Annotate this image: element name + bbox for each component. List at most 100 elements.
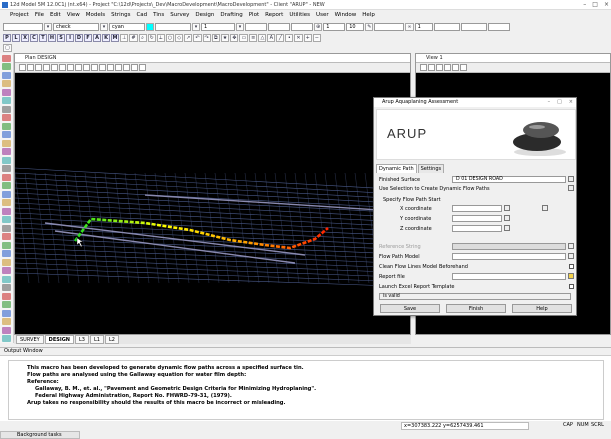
menu-design[interactable]: Design — [192, 11, 217, 20]
menu-plot[interactable]: Plot — [246, 11, 262, 20]
view-zoom-out-icon[interactable] — [27, 64, 34, 71]
left-tool-icon[interactable] — [2, 335, 11, 342]
background-tasks-button[interactable]: Background tasks — [0, 431, 80, 439]
view1-add-icon[interactable] — [452, 64, 459, 71]
z-coordinate-field[interactable] — [452, 225, 502, 232]
left-tool-icon[interactable] — [2, 309, 11, 317]
zoom-icon[interactable]: ⌕ — [138, 34, 147, 42]
left-tool-icon[interactable] — [2, 267, 11, 274]
text-icon[interactable]: A — [267, 34, 276, 42]
cross-icon[interactable]: ✕ — [294, 34, 303, 42]
left-tool-icon[interactable] — [2, 165, 11, 172]
left-tool-icon[interactable] — [2, 216, 11, 223]
flow-model-field[interactable] — [452, 253, 566, 260]
view-section-icon[interactable] — [99, 64, 106, 71]
save-button[interactable]: Save — [380, 304, 440, 313]
letter-button-c[interactable]: C — [30, 34, 38, 42]
finished-surface-field[interactable]: D 01 DESIGN ROAD — [452, 176, 566, 183]
redo-icon[interactable]: ↷ — [202, 34, 211, 42]
menu-models[interactable]: Models — [83, 11, 108, 20]
undo-icon[interactable]: ↶ — [193, 34, 202, 42]
left-tool-icon[interactable] — [2, 284, 11, 291]
menu-strings[interactable]: Strings — [108, 11, 133, 20]
menu-file[interactable]: File — [32, 11, 47, 20]
menu-tins[interactable]: Tins — [150, 11, 167, 20]
view-lock-icon[interactable] — [131, 64, 138, 71]
menu-report[interactable]: Report — [262, 11, 286, 20]
left-tool-icon[interactable] — [2, 114, 11, 121]
view-redraw-icon[interactable] — [51, 64, 58, 71]
blank-field-c[interactable] — [460, 23, 487, 31]
letter-button-t[interactable]: T — [39, 34, 47, 42]
dialog-close-button[interactable]: × — [569, 98, 573, 107]
chain-icon[interactable]: ∞ — [405, 23, 414, 31]
view1-redraw-icon[interactable] — [444, 64, 451, 71]
view-profile-icon[interactable] — [91, 64, 98, 71]
angle-field[interactable]: 1 — [414, 23, 433, 31]
copy-icon[interactable]: ⧉ — [211, 34, 220, 42]
view-remove-icon[interactable] — [67, 64, 74, 71]
left-tool-icon[interactable] — [2, 54, 11, 62]
measure-icon[interactable]: ⟂ — [156, 34, 165, 42]
blank-field-a[interactable] — [374, 23, 405, 31]
view1-remove-icon[interactable] — [460, 64, 467, 71]
tin-picker-icon[interactable] — [568, 176, 574, 182]
star-icon[interactable]: ★ — [220, 34, 230, 42]
report-file-field[interactable] — [452, 273, 566, 280]
line-icon[interactable]: ╱ — [276, 34, 285, 42]
left-tool-icon[interactable] — [2, 275, 11, 283]
colour-swatch-icon[interactable] — [146, 23, 154, 31]
select-icon[interactable]: ◇ — [175, 34, 184, 42]
z-calc-icon[interactable] — [504, 225, 510, 231]
pick-point-icon[interactable] — [542, 205, 548, 211]
blank-field-b[interactable] — [433, 23, 460, 31]
dialog-maximize-button[interactable]: □ — [557, 98, 562, 107]
menu-window[interactable]: Window — [332, 11, 360, 20]
view-print-icon[interactable] — [83, 64, 90, 71]
left-tool-icon[interactable] — [2, 326, 11, 334]
letter-button-a[interactable]: A — [93, 34, 101, 42]
plan-canvas[interactable] — [15, 73, 410, 334]
tab-dynamic-path[interactable]: Dynamic Path — [376, 164, 417, 173]
view-grid-icon[interactable] — [139, 64, 146, 71]
menu-utilities[interactable]: Utilities — [286, 11, 313, 20]
pen-icon[interactable]: ✎ — [365, 23, 374, 31]
snap-icon[interactable]: ⊥ — [120, 34, 129, 42]
letter-button-d[interactable]: D — [75, 34, 83, 42]
model-picker-icon[interactable] — [568, 253, 574, 259]
tab-l1[interactable]: L1 — [89, 335, 104, 344]
view-shade-icon[interactable] — [115, 64, 122, 71]
left-tool-icon[interactable] — [2, 190, 11, 198]
letter-button-p[interactable]: P — [3, 34, 11, 42]
blank-field-d[interactable] — [487, 23, 510, 31]
left-tool-icon[interactable] — [2, 71, 11, 79]
left-tool-icon[interactable] — [2, 105, 11, 113]
x-calc-icon[interactable] — [504, 205, 510, 211]
view-pan-icon[interactable] — [35, 64, 42, 71]
left-tool-icon[interactable] — [2, 258, 11, 266]
dialog-minimize-button[interactable]: – — [548, 98, 551, 107]
view1-pan-icon[interactable] — [428, 64, 435, 71]
close-button[interactable]: × — [604, 1, 609, 8]
minus-icon[interactable]: − — [312, 34, 321, 42]
menu-survey[interactable]: Survey — [167, 11, 192, 20]
left-tool-icon[interactable] — [2, 224, 11, 232]
symbol-field[interactable] — [268, 23, 290, 31]
left-tool-icon[interactable] — [2, 233, 11, 240]
string-picker-icon[interactable] — [568, 243, 574, 249]
view-3d-icon[interactable] — [107, 64, 114, 71]
left-tool-icon[interactable] — [2, 241, 11, 249]
textstyle-field[interactable] — [245, 23, 267, 31]
arrow-icon[interactable]: ↗ — [184, 34, 193, 42]
linestyle-icon[interactable]: ▾ — [192, 23, 200, 31]
fit-icon[interactable]: ▭ — [239, 34, 249, 42]
lock-icon[interactable]: ⊕ — [314, 23, 323, 31]
left-tool-icon[interactable] — [2, 80, 11, 87]
left-tool-icon[interactable] — [2, 122, 11, 130]
maximize-button[interactable]: □ — [592, 1, 598, 8]
tab-design[interactable]: DESIGN — [44, 335, 74, 344]
left-tool-icon[interactable] — [2, 173, 11, 181]
letter-button-m[interactable]: M — [111, 34, 119, 42]
left-tool-icon[interactable] — [2, 148, 11, 155]
pan-icon[interactable]: ✥ — [230, 34, 239, 42]
